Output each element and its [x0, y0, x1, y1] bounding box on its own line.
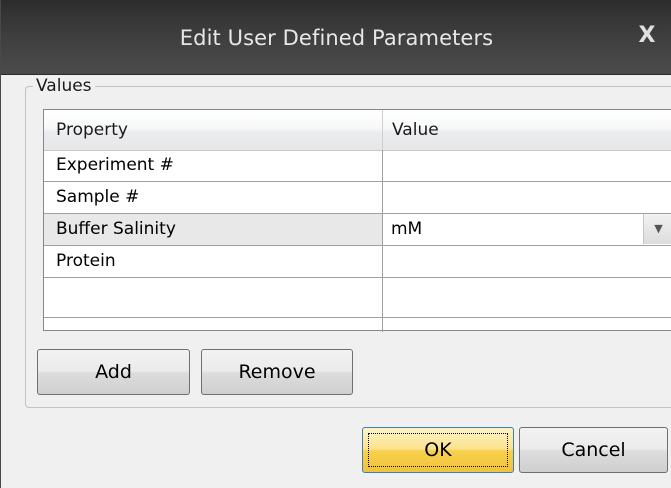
remove-button[interactable]: Remove [201, 349, 353, 395]
value-dropdown-text: mM [391, 219, 423, 239]
add-button[interactable]: Add [37, 349, 190, 395]
value-cell[interactable] [383, 150, 671, 181]
property-cell[interactable]: Protein [44, 246, 382, 277]
value-cell[interactable] [383, 182, 671, 213]
column-header-value[interactable]: Value [392, 110, 439, 150]
table-row[interactable]: Sample # [44, 182, 671, 214]
table-row-selected[interactable]: Buffer Salinity mM ▼ [44, 214, 671, 246]
chevron-down-icon[interactable]: ▼ [643, 214, 671, 244]
column-separator [382, 150, 383, 332]
ok-button[interactable]: OK [362, 427, 514, 473]
property-cell[interactable]: Sample # [44, 182, 382, 213]
property-cell[interactable] [44, 278, 382, 317]
window-title: Edit User Defined Parameters [179, 26, 494, 50]
close-icon[interactable]: X [634, 22, 660, 50]
column-header-property[interactable]: Property [56, 110, 128, 150]
property-cell[interactable]: Buffer Salinity [44, 214, 382, 245]
parameters-grid[interactable]: Property Value Experiment # Sample # Buf… [43, 109, 671, 332]
value-cell[interactable] [383, 278, 671, 317]
values-group-label: Values [33, 76, 95, 96]
grid-header: Property Value [44, 110, 671, 151]
table-row[interactable]: Protein [44, 246, 671, 278]
value-dropdown[interactable]: mM ▼ [383, 214, 671, 245]
title-bar[interactable]: Edit User Defined Parameters X [1, 0, 671, 75]
dialog-window: Edit User Defined Parameters X Values Pr… [0, 0, 671, 488]
property-cell[interactable]: Experiment # [44, 150, 382, 181]
header-separator[interactable] [382, 110, 383, 150]
table-row[interactable]: Experiment # [44, 150, 671, 182]
ok-button-label: OK [424, 439, 452, 461]
value-cell[interactable] [383, 246, 671, 277]
table-row-new[interactable] [44, 278, 671, 318]
cancel-button[interactable]: Cancel [519, 427, 668, 473]
